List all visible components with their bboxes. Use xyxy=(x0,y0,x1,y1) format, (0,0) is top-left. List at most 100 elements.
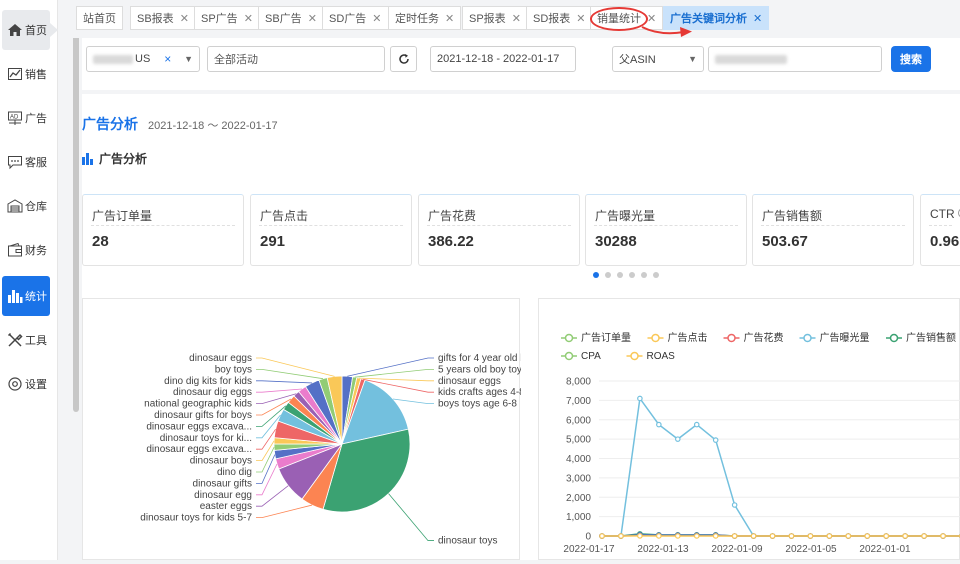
y-tick-label: 8,000 xyxy=(566,377,591,388)
data-point[interactable] xyxy=(676,534,680,538)
data-point[interactable] xyxy=(695,534,699,538)
close-icon[interactable]: ✕ xyxy=(244,12,253,25)
activity-select[interactable]: 全部活动 xyxy=(207,46,385,72)
page-header: 广告分析 2021-12-18 ～ 2022-01-17 xyxy=(82,114,278,134)
close-icon[interactable]: ✕ xyxy=(576,12,585,25)
sidebar-item-tools[interactable]: 工具 xyxy=(2,320,50,360)
svg-text:广告销售额: 广告销售额 xyxy=(906,331,956,344)
sidebar-item-label: 销售 xyxy=(25,66,47,82)
date-range-picker[interactable]: 2021-12-18 - 2022-01-17 xyxy=(430,46,576,72)
y-tick-label: 1,000 xyxy=(566,512,591,523)
close-icon[interactable]: ✕ xyxy=(753,12,762,25)
legend-item[interactable]: 广告花费 xyxy=(724,331,784,344)
carousel-dot[interactable] xyxy=(641,272,647,278)
close-icon[interactable]: ✕ xyxy=(647,12,656,25)
data-point[interactable] xyxy=(865,534,869,538)
data-point[interactable] xyxy=(941,534,945,538)
sidebar-item-sales[interactable]: 销售 xyxy=(2,54,50,94)
data-point[interactable] xyxy=(638,534,642,538)
data-point[interactable] xyxy=(751,534,755,538)
page-date-range: 2021-12-18 ～ 2022-01-17 xyxy=(148,117,278,133)
data-point[interactable] xyxy=(789,534,793,538)
data-point[interactable] xyxy=(676,437,680,441)
tab-sd-ads[interactable]: SD广告 ✕ xyxy=(322,6,389,30)
data-point[interactable] xyxy=(657,534,661,538)
y-tick-label: 7,000 xyxy=(566,396,591,407)
pie-slice-label: dinosaur eggs xyxy=(438,376,501,387)
y-tick-label: 6,000 xyxy=(566,415,591,426)
data-point[interactable] xyxy=(884,534,888,538)
pie-label-line xyxy=(256,389,302,392)
data-point[interactable] xyxy=(638,396,642,400)
carousel-dot[interactable] xyxy=(593,272,599,278)
sidebar-item-service[interactable]: 客服 xyxy=(2,142,50,182)
sidebar-item-finance[interactable]: 财务 xyxy=(2,230,50,270)
sidebar-item-ads[interactable]: AD 广告 xyxy=(2,98,50,138)
data-point[interactable] xyxy=(827,534,831,538)
sidebar-item-warehouse[interactable]: 仓库 xyxy=(2,186,50,226)
data-point[interactable] xyxy=(695,422,699,426)
kpi-label: CTR xyxy=(930,207,955,221)
data-point[interactable] xyxy=(619,534,623,538)
data-point[interactable] xyxy=(846,534,850,538)
close-icon[interactable]: ✕ xyxy=(372,12,381,25)
pie-slice-label: boy toys xyxy=(215,364,252,375)
y-tick-label: 2,000 xyxy=(566,493,591,504)
data-point[interactable] xyxy=(732,534,736,538)
legend-item[interactable]: CPA xyxy=(561,351,601,362)
tab-site-home[interactable]: 站首页 xyxy=(76,6,123,30)
pie-label-line xyxy=(256,464,277,495)
refresh-button[interactable] xyxy=(390,46,417,72)
asin-input[interactable] xyxy=(708,46,882,72)
close-icon[interactable]: ✕ xyxy=(512,12,521,25)
data-point[interactable] xyxy=(903,534,907,538)
kpi-card-ad-spend: 广告花费 386.22 xyxy=(418,194,580,266)
data-point[interactable] xyxy=(713,534,717,538)
close-icon[interactable]: ✕ xyxy=(180,12,189,25)
tab-scheduled-tasks[interactable]: 定时任务 ✕ xyxy=(388,6,461,30)
redacted-shop-name xyxy=(93,55,133,64)
kpi-value: 0.96 xyxy=(930,233,959,250)
carousel-dot[interactable] xyxy=(617,272,623,278)
legend-item[interactable]: 广告订单量 xyxy=(561,331,631,344)
pie-label-line xyxy=(256,505,312,518)
sidebar-scrollbar[interactable] xyxy=(73,0,79,412)
kpi-label: 广告曝光量 xyxy=(595,207,655,224)
chevron-down-icon: ▼ xyxy=(688,54,697,64)
legend-item[interactable]: 广告点击 xyxy=(648,331,708,344)
sidebar-item-home[interactable]: 首页 xyxy=(2,10,50,50)
data-point[interactable] xyxy=(770,534,774,538)
search-button[interactable]: 搜索 xyxy=(891,46,931,72)
clear-icon[interactable]: × xyxy=(164,52,171,66)
data-point[interactable] xyxy=(922,534,926,538)
data-point[interactable] xyxy=(808,534,812,538)
shop-suffix: US xyxy=(135,53,150,65)
data-point[interactable] xyxy=(732,503,736,507)
data-point[interactable] xyxy=(657,422,661,426)
kpi-divider xyxy=(929,225,952,226)
legend-item[interactable]: ROAS xyxy=(627,351,676,362)
svg-text:广告点击: 广告点击 xyxy=(668,331,708,344)
tab-sp-report[interactable]: SP报表 ✕ xyxy=(462,6,528,30)
shop-select[interactable]: US × ▼ xyxy=(86,46,200,72)
sidebar-item-statistics[interactable]: 统计 xyxy=(2,276,50,316)
sidebar-item-label: 客服 xyxy=(25,154,47,170)
carousel-dot[interactable] xyxy=(653,272,659,278)
tab-sb-ads[interactable]: SB广告 ✕ xyxy=(258,6,324,30)
tab-sb-report[interactable]: SB报表 ✕ xyxy=(130,6,196,30)
data-point[interactable] xyxy=(600,534,604,538)
legend-item[interactable]: 广告销售额 xyxy=(886,331,956,344)
carousel-dot[interactable] xyxy=(629,272,635,278)
close-icon[interactable]: ✕ xyxy=(445,12,454,25)
sidebar-item-settings[interactable]: 设置 xyxy=(2,364,50,404)
chat-icon xyxy=(6,153,24,171)
tab-sp-ads[interactable]: SP广告 ✕ xyxy=(194,6,260,30)
kpi-label-row: CTR xyxy=(930,207,960,221)
carousel-dot[interactable] xyxy=(605,272,611,278)
tab-sd-report[interactable]: SD报表 ✕ xyxy=(526,6,593,30)
pie-slice-label: dinosaur dig eggs xyxy=(173,387,252,398)
data-point[interactable] xyxy=(713,438,717,442)
asin-type-select[interactable]: 父ASIN ▼ xyxy=(612,46,704,72)
close-icon[interactable]: ✕ xyxy=(308,12,317,25)
legend-item[interactable]: 广告曝光量 xyxy=(800,331,870,344)
